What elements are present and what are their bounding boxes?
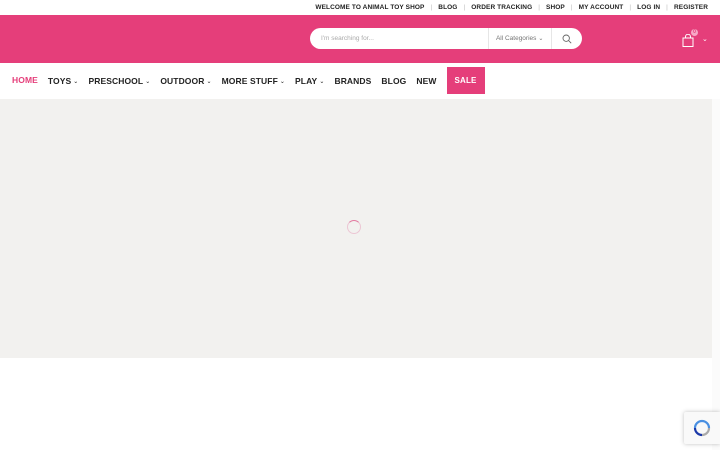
recaptcha-icon [693,419,711,437]
recaptcha-badge[interactable] [684,412,720,444]
nav-item-outdoor[interactable]: OUTDOOR ⌄ [160,67,211,86]
page-scrollbar-track[interactable] [712,99,720,450]
nav-item-play[interactable]: PLAY ⌄ [295,67,324,86]
cart-count-badge: 0 [691,29,698,36]
loading-spinner-icon [347,220,361,234]
topbar-link-log-in[interactable]: LOG IN [637,4,660,11]
chevron-down-icon: ⌄ [206,78,212,85]
topbar-link-register[interactable]: REGISTER [674,4,708,11]
category-select-label: All Categories [495,35,537,42]
nav-item-home[interactable]: HOME [12,67,38,85]
chevron-down-icon: ⌄ [702,36,708,43]
search-icon [562,34,572,44]
topbar-link-shop[interactable]: SHOP [546,4,565,11]
search-input[interactable] [310,29,488,48]
topbar-link-my-account[interactable]: MY ACCOUNT [579,4,624,11]
cart-button[interactable]: 0 ⌄ [682,29,712,48]
search-bar: All Categories ⌄ [310,28,582,49]
chevron-down-icon: ⌄ [279,78,286,85]
nav-item-toys[interactable]: TOYS ⌄ [48,67,79,86]
chevron-down-icon: ⌄ [538,36,544,42]
welcome-text: WELCOME TO ANIMAL TOY SHOP [315,4,425,11]
topbar-link-order-tracking[interactable]: ORDER TRACKING [471,4,532,11]
top-utility-bar: WELCOME TO ANIMAL TOY SHOP | BLOG | ORDE… [0,0,720,16]
main-nav: HOME TOYS ⌄ PRESCHOOL ⌄ OUTDOOR ⌄ MORE STUF… [12,67,495,94]
nav-item-preschool[interactable]: PRESCHOOL ⌄ [88,67,150,86]
chevron-down-icon: ⌄ [73,78,79,85]
chevron-down-icon: ⌄ [145,78,151,85]
category-select[interactable]: All Categories ⌄ [487,28,551,49]
nav-item-brands[interactable]: BRANDS [334,67,371,86]
nav-item-new[interactable]: NEW [416,67,436,86]
nav-item-more-stuff[interactable]: MORE STUFF ⌄ [222,67,285,86]
site-header: All Categories ⌄ 0 ⌄ [0,15,720,63]
topbar-link-blog[interactable]: BLOG [438,4,457,11]
chevron-down-icon: ⌄ [319,78,325,85]
nav-item-blog[interactable]: BLOG [381,67,406,86]
hero-loading-area [0,99,712,358]
nav-item-sale[interactable]: SALE [446,67,485,94]
search-button[interactable] [550,28,582,49]
